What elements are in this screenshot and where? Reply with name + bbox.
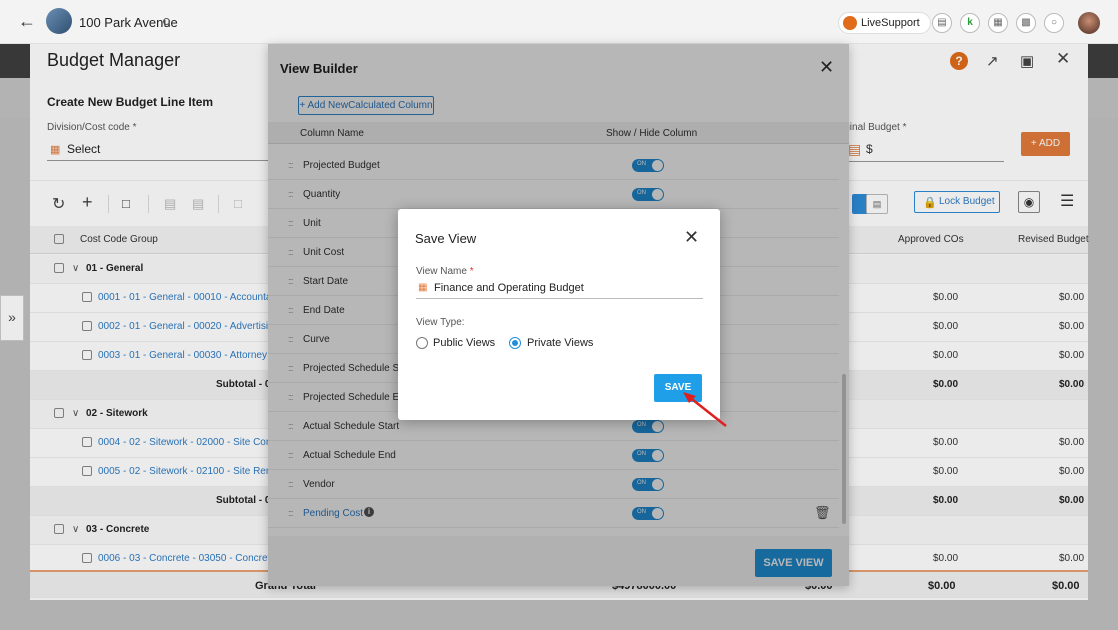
live-support-label: LiveSupport [861,17,920,29]
chat-icon[interactable]: ○ [1044,13,1064,33]
close-icon[interactable]: ✕ [684,227,699,248]
save-view-dialog: Save View ✕ View Name * ▦ Finance and Op… [398,209,720,420]
view-name-label: View Name * [416,266,474,277]
view-name-label-text: View Name [416,266,467,277]
qr-icon[interactable]: ▩ [1016,13,1036,33]
live-support-icon [843,16,857,30]
project-thumbnail[interactable] [46,8,72,34]
private-views-label[interactable]: Private Views [527,337,593,349]
public-views-radio[interactable] [416,337,428,349]
apps-icon[interactable]: ▦ [988,13,1008,33]
user-avatar[interactable] [1078,12,1100,34]
top-bar: ← 100 Park Avenue LiveSupport ▤ k ▦ ▩ ○ [0,0,1118,44]
project-dropdown-icon[interactable] [163,18,170,25]
required-mark: * [469,266,474,277]
public-views-label[interactable]: Public Views [433,337,495,349]
private-views-radio[interactable] [509,337,521,349]
save-view-title: Save View [415,231,477,246]
k-app-icon[interactable]: k [960,13,980,33]
view-type-label: View Type: [416,317,465,328]
view-name-input[interactable]: ▦ Finance and Operating Budget [416,281,703,299]
live-support-button[interactable]: LiveSupport [838,12,931,34]
grid-icon: ▦ [418,282,428,293]
document-icon[interactable]: ▤ [932,13,952,33]
annotation-arrow-icon [683,392,727,427]
view-name-value: Finance and Operating Budget [434,282,584,294]
back-arrow-icon[interactable]: ← [18,11,36,32]
